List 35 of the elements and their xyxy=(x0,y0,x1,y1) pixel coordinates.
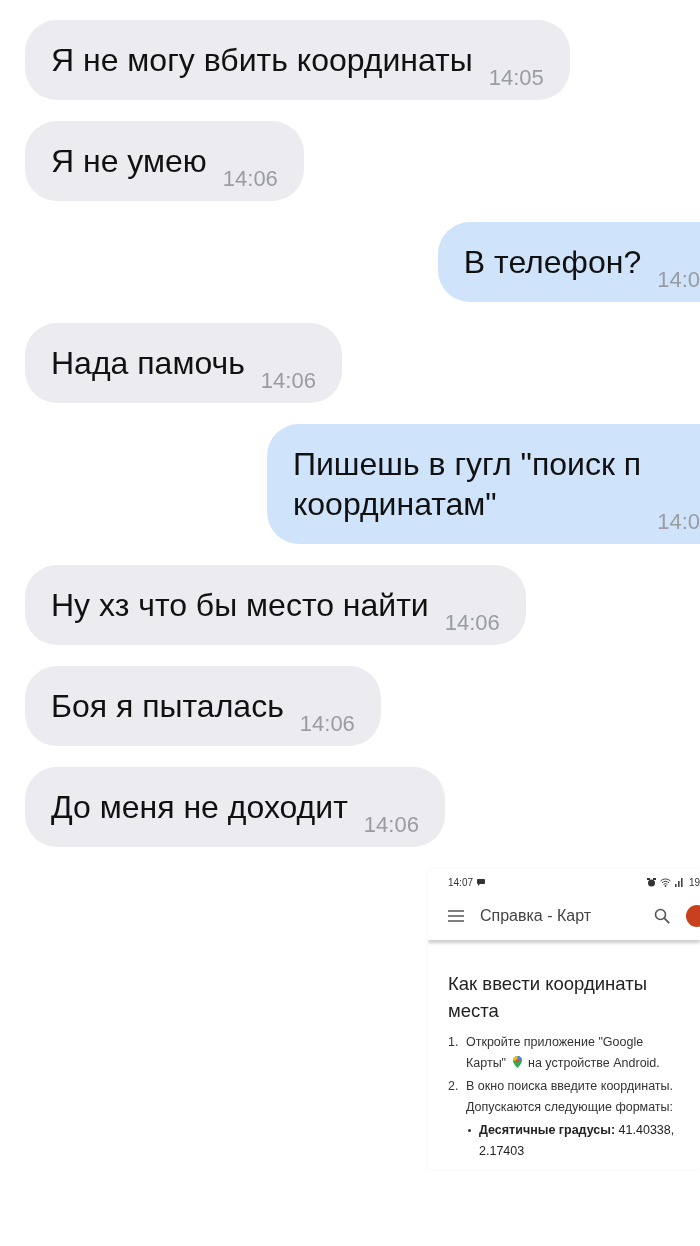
step-text: В окно поиска введите координаты. Допускаются следующие форматы: xyxy=(466,1078,675,1116)
message-text: Нада памочь xyxy=(51,344,245,383)
battery-level: 19 xyxy=(688,877,700,888)
message-text: Пишешь в гугл "поиск п координатам" xyxy=(292,445,642,524)
bullet-icon xyxy=(468,1129,471,1132)
article-title: Как ввести координаты места xyxy=(448,972,648,1023)
bullet-text: Десятичные градусы: 41.40338, 2.17403 xyxy=(479,1122,676,1160)
menu-icon[interactable] xyxy=(448,910,464,922)
message-time: 14:0 xyxy=(657,268,700,292)
step-text: Карты" xyxy=(466,1056,507,1070)
search-icon[interactable] xyxy=(654,908,670,924)
message-time: 14:06 xyxy=(363,813,419,837)
message-time: 14:05 xyxy=(488,66,544,90)
message-text: Боя я пыталась xyxy=(51,687,284,726)
message-time: 14:06 xyxy=(299,712,355,736)
message-time: 14:06 xyxy=(222,167,278,191)
message-text: Я не могу вбить координаты xyxy=(51,41,473,80)
wifi-icon xyxy=(659,878,671,887)
message-time: 14:06 xyxy=(260,369,316,393)
message-text: Ну хз что бы место найти xyxy=(51,586,429,625)
status-time: 14:07 xyxy=(448,877,474,888)
map-pin-icon xyxy=(512,1056,522,1068)
alarm-icon xyxy=(646,878,656,887)
message-text: В телефон? xyxy=(463,243,642,282)
message-text: До меня не доходит xyxy=(51,788,348,827)
message-time: 14:0 xyxy=(657,510,700,534)
message-time: 14:06 xyxy=(444,611,500,635)
message-text: Я не умею xyxy=(51,142,207,181)
chat-icon xyxy=(477,879,486,886)
step-text: на устройстве Android. xyxy=(528,1056,660,1070)
step-text: Откройте приложение "Google xyxy=(466,1034,645,1051)
app-title: Справка - Карт xyxy=(480,907,592,925)
step-number: 1. xyxy=(448,1034,460,1051)
step-number: 2. xyxy=(448,1078,460,1095)
signal-icon xyxy=(674,878,683,887)
